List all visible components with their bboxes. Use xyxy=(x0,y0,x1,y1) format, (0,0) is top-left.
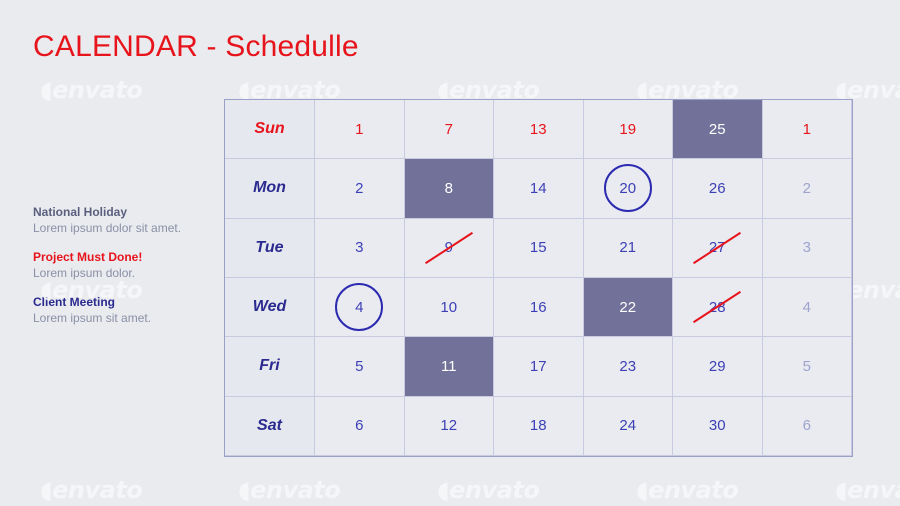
date-number: 6 xyxy=(355,417,364,435)
date-cell[interactable]: 28 xyxy=(673,277,763,338)
date-cell[interactable]: 24 xyxy=(583,396,673,456)
date-number: 23 xyxy=(619,357,637,375)
date-cell[interactable]: 18 xyxy=(494,396,584,456)
date-cell[interactable]: 4 xyxy=(762,277,852,338)
date-number: 25 xyxy=(708,120,726,138)
date-cell[interactable]: 14 xyxy=(494,159,584,219)
date-number: 14 xyxy=(529,179,547,197)
strike-through-marker xyxy=(693,291,742,324)
weekday-label: Mon xyxy=(225,159,315,219)
watermark: ◖envato xyxy=(835,476,900,504)
date-cell[interactable]: 21 xyxy=(583,218,673,278)
date-cell[interactable]: 29 xyxy=(673,337,763,397)
date-number: 10 xyxy=(440,298,458,316)
date-cell[interactable]: 10 xyxy=(404,277,494,338)
date-cell[interactable]: 1 xyxy=(762,100,852,160)
legend: National Holiday Lorem ipsum dolor sit a… xyxy=(33,205,213,340)
date-cell[interactable]: 15 xyxy=(494,218,584,278)
date-cell[interactable]: 20 xyxy=(583,159,673,219)
calendar-grid: Sun171319251Mon281420262Tue391521273Wed4… xyxy=(224,99,853,457)
watermark: ◖envato xyxy=(40,476,143,504)
date-cell[interactable]: 22 xyxy=(583,277,673,338)
date-cell[interactable]: 8 xyxy=(404,159,494,219)
legend-title: Project Must Done! xyxy=(33,250,143,264)
weekday-label: Sun xyxy=(225,100,315,160)
date-number: 6 xyxy=(802,417,811,435)
date-cell[interactable]: 3 xyxy=(762,218,852,278)
date-number: 20 xyxy=(619,179,637,197)
watermark: ◖envato xyxy=(40,76,143,104)
date-cell[interactable]: 6 xyxy=(762,396,852,456)
weekday-label: Sat xyxy=(225,396,315,456)
date-number: 1 xyxy=(802,120,811,138)
date-number: 30 xyxy=(708,417,726,435)
weekday-label: Fri xyxy=(225,337,315,397)
watermark: ◖envato xyxy=(636,476,739,504)
date-cell[interactable]: 9 xyxy=(404,218,494,278)
strike-through-marker xyxy=(424,231,473,264)
date-cell[interactable]: 4 xyxy=(315,277,405,338)
date-number: 2 xyxy=(802,179,811,197)
legend-title: Client Meeting xyxy=(33,295,116,309)
date-number: 11 xyxy=(440,357,457,375)
legend-description: Lorem ipsum sit amet. xyxy=(33,311,152,325)
date-number: 15 xyxy=(529,239,547,257)
date-number: 18 xyxy=(529,417,547,435)
date-cell[interactable]: 2 xyxy=(762,159,852,219)
date-number: 16 xyxy=(529,298,547,316)
date-number: 19 xyxy=(619,120,637,138)
date-cell[interactable]: 1 xyxy=(315,100,405,160)
date-cell[interactable]: 25 xyxy=(673,100,763,160)
date-number: 7 xyxy=(444,120,453,138)
date-number: 3 xyxy=(355,239,364,257)
date-number: 5 xyxy=(355,357,364,375)
watermark: ◖envato xyxy=(437,476,540,504)
date-number: 3 xyxy=(802,239,811,257)
date-number: 1 xyxy=(355,120,364,138)
date-number: 26 xyxy=(708,179,726,197)
date-number: 17 xyxy=(529,357,547,375)
date-number: 5 xyxy=(802,357,811,375)
date-cell[interactable]: 12 xyxy=(404,396,494,456)
date-cell[interactable]: 16 xyxy=(494,277,584,338)
date-number: 8 xyxy=(444,179,453,197)
date-number: 4 xyxy=(355,298,364,316)
date-cell[interactable]: 26 xyxy=(673,159,763,219)
date-number: 12 xyxy=(440,417,458,435)
date-cell[interactable]: 13 xyxy=(494,100,584,160)
date-cell[interactable]: 17 xyxy=(494,337,584,397)
legend-item-national-holiday: National Holiday Lorem ipsum dolor sit a… xyxy=(33,205,213,236)
legend-description: Lorem ipsum dolor sit amet. xyxy=(33,221,182,235)
legend-item-client-meeting: Client Meeting Lorem ipsum sit amet. xyxy=(33,295,213,326)
weekday-label: Tue xyxy=(225,218,315,278)
date-number: 21 xyxy=(619,239,637,257)
date-cell[interactable]: 5 xyxy=(315,337,405,397)
legend-title: National Holiday xyxy=(33,205,128,219)
strike-through-marker xyxy=(693,231,742,264)
legend-description: Lorem ipsum dolor. xyxy=(33,266,136,280)
date-cell[interactable]: 30 xyxy=(673,396,763,456)
date-cell[interactable]: 23 xyxy=(583,337,673,397)
date-number: 4 xyxy=(802,298,811,316)
date-cell[interactable]: 3 xyxy=(315,218,405,278)
weekday-label: Wed xyxy=(225,277,315,338)
date-cell[interactable]: 11 xyxy=(404,337,494,397)
date-number: 29 xyxy=(708,357,726,375)
date-cell[interactable]: 27 xyxy=(673,218,763,278)
date-number: 2 xyxy=(355,179,364,197)
date-cell[interactable]: 6 xyxy=(315,396,405,456)
watermark: ◖envato xyxy=(238,476,341,504)
date-cell[interactable]: 7 xyxy=(404,100,494,160)
date-number: 24 xyxy=(619,417,637,435)
legend-item-project-must-done: Project Must Done! Lorem ipsum dolor. xyxy=(33,250,213,281)
page-title: CALENDAR - Schedulle xyxy=(33,30,359,63)
date-number: 22 xyxy=(619,298,637,316)
date-cell[interactable]: 19 xyxy=(583,100,673,160)
date-cell[interactable]: 5 xyxy=(762,337,852,397)
date-cell[interactable]: 2 xyxy=(315,159,405,219)
date-number: 13 xyxy=(529,120,547,138)
